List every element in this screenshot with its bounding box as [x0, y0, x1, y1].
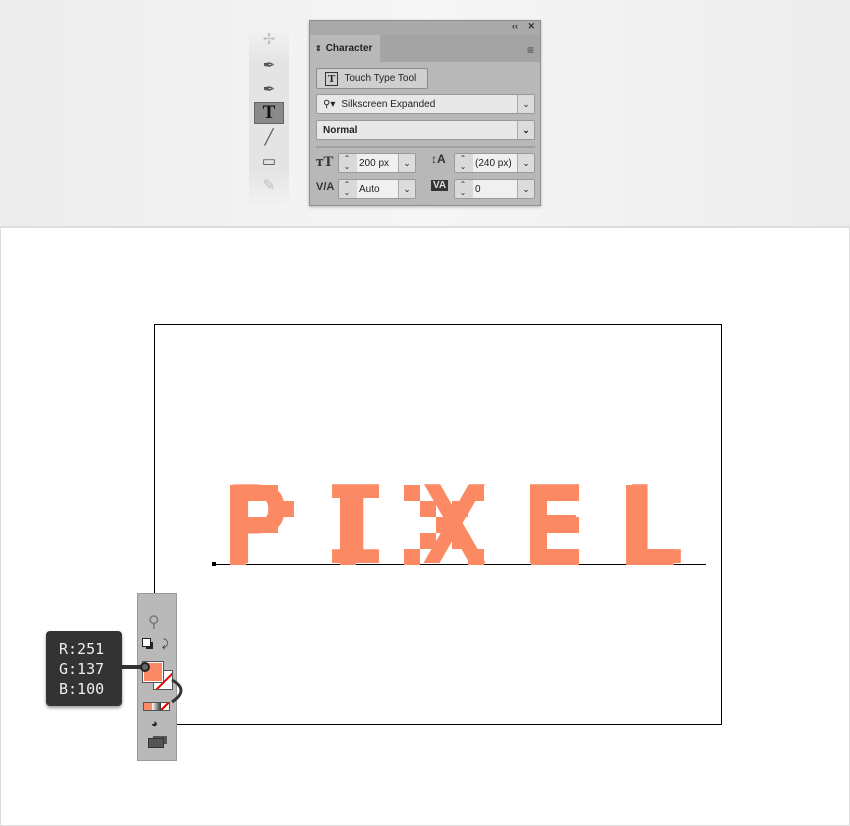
swap-arrow [171, 678, 183, 704]
color-tooltip: R:251 G:137 B:100 [46, 631, 122, 706]
red-value: R:251 [59, 640, 105, 658]
blue-value: B:100 [59, 680, 105, 698]
green-value: G:137 [59, 660, 105, 678]
callout-connectors [122, 662, 183, 704]
fill-pointer-dot [140, 662, 150, 672]
